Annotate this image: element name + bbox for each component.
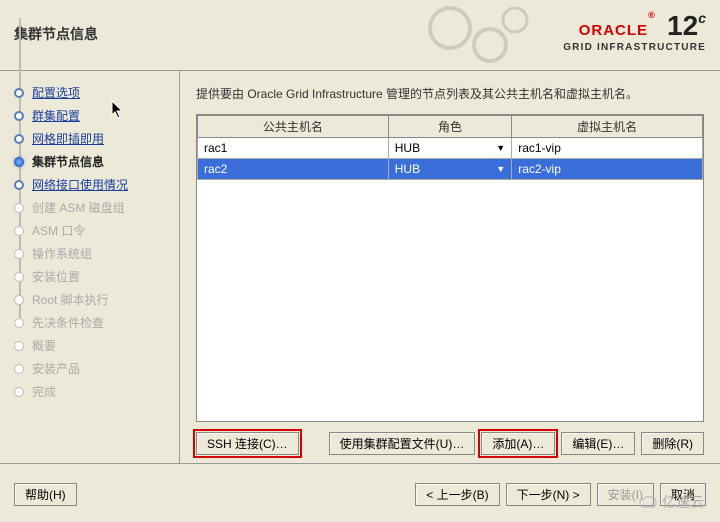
step-label: ASM 口令 — [32, 222, 85, 239]
cell-host[interactable]: rac1 — [198, 138, 389, 159]
step-label[interactable]: 配置选项 — [32, 84, 80, 101]
col-role[interactable]: 角色 — [388, 116, 511, 138]
sidebar-step-10: 先决条件检查 — [0, 311, 179, 334]
step-dot-icon — [14, 180, 24, 190]
step-label: 集群节点信息 — [32, 153, 104, 170]
step-dot-icon — [14, 272, 24, 282]
col-host[interactable]: 公共主机名 — [198, 116, 389, 138]
sidebar-step-7: 操作系统组 — [0, 242, 179, 265]
step-dot-icon — [14, 295, 24, 305]
page-title: 集群节点信息 — [14, 24, 98, 44]
next-button[interactable]: 下一步(N) > — [506, 483, 591, 506]
header: 集群节点信息 ORACLE® 12c GRID INFRASTRUCTURE — [0, 0, 720, 71]
footer: 帮助(H) < 上一步(B) 下一步(N) > 安装(I) 取消 — [0, 463, 720, 522]
back-button[interactable]: < 上一步(B) — [415, 483, 499, 506]
help-button[interactable]: 帮助(H) — [14, 483, 77, 506]
sidebar: 配置选项群集配置网格即插即用集群节点信息网络接口使用情况创建 ASM 磁盘组 AS… — [0, 71, 180, 463]
cell-role[interactable]: HUB▼ — [388, 159, 511, 180]
step-label: Root 脚本执行 — [32, 291, 109, 308]
col-vip[interactable]: 虚拟主机名 — [512, 116, 703, 138]
step-dot-icon — [14, 203, 24, 213]
step-label: 操作系统组 — [32, 245, 92, 262]
main-panel: 提供要由 Oracle Grid Infrastructure 管理的节点列表及… — [180, 71, 720, 463]
table-row[interactable]: rac1HUB▼rac1-vip — [198, 138, 703, 159]
step-dot-icon — [14, 341, 24, 351]
sidebar-step-2[interactable]: 网格即插即用 — [0, 127, 179, 150]
cell-role[interactable]: HUB▼ — [388, 138, 511, 159]
step-label[interactable]: 群集配置 — [32, 107, 80, 124]
sidebar-step-12: 安装产品 — [0, 357, 179, 380]
use-cluster-file-button[interactable]: 使用集群配置文件(U)… — [329, 432, 476, 455]
gears-decoration — [420, 0, 540, 70]
oracle-logo: ORACLE® 12c GRID INFRASTRUCTURE — [563, 10, 706, 53]
chevron-down-icon[interactable]: ▼ — [496, 143, 505, 153]
table-row[interactable]: rac2HUB▼rac2-vip — [198, 159, 703, 180]
step-dot-icon — [14, 226, 24, 236]
step-label: 安装产品 — [32, 360, 80, 377]
step-label: 完成 — [32, 383, 56, 400]
step-dot-icon — [14, 364, 24, 374]
install-button: 安装(I) — [597, 483, 654, 506]
edit-button[interactable]: 编辑(E)… — [561, 432, 635, 455]
cell-vip[interactable]: rac2-vip — [512, 159, 703, 180]
sidebar-step-8: 安装位置 — [0, 265, 179, 288]
step-dot-icon — [14, 88, 24, 98]
step-dot-icon — [14, 249, 24, 259]
nodes-table[interactable]: 公共主机名 角色 虚拟主机名 rac1HUB▼rac1-viprac2HUB▼r… — [197, 115, 703, 180]
step-label[interactable]: 网格即插即用 — [32, 130, 104, 147]
sidebar-step-13: 完成 — [0, 380, 179, 403]
logo-brand: ORACLE — [579, 22, 648, 39]
delete-button[interactable]: 删除(R) — [641, 432, 704, 455]
sidebar-step-6: ASM 口令 — [0, 219, 179, 242]
cell-vip[interactable]: rac1-vip — [512, 138, 703, 159]
step-dot-icon — [14, 111, 24, 121]
sidebar-step-11: 概要 — [0, 334, 179, 357]
sidebar-step-9: Root 脚本执行 — [0, 288, 179, 311]
logo-subtitle: GRID INFRASTRUCTURE — [563, 42, 706, 53]
instruction-text: 提供要由 Oracle Grid Infrastructure 管理的节点列表及… — [196, 85, 704, 102]
add-button[interactable]: 添加(A)… — [481, 432, 555, 455]
step-label[interactable]: 网络接口使用情况 — [32, 176, 128, 193]
ssh-connect-button[interactable]: SSH 连接(C)… — [196, 432, 299, 455]
step-label: 先决条件检查 — [32, 314, 104, 331]
step-label: 安装位置 — [32, 268, 80, 285]
step-dot-icon — [14, 318, 24, 328]
sidebar-step-4[interactable]: 网络接口使用情况 — [0, 173, 179, 196]
cell-host[interactable]: rac2 — [198, 159, 389, 180]
step-dot-icon — [14, 157, 24, 167]
cancel-button[interactable]: 取消 — [660, 483, 706, 506]
step-label: 创建 ASM 磁盘组 — [32, 199, 125, 216]
chevron-down-icon[interactable]: ▼ — [496, 164, 505, 174]
step-dot-icon — [14, 134, 24, 144]
step-label: 概要 — [32, 337, 56, 354]
sidebar-step-3[interactable]: 集群节点信息 — [0, 150, 179, 173]
step-dot-icon — [14, 387, 24, 397]
sidebar-step-1[interactable]: 群集配置 — [0, 104, 179, 127]
nodes-table-container: 公共主机名 角色 虚拟主机名 rac1HUB▼rac1-viprac2HUB▼r… — [196, 114, 704, 422]
sidebar-step-0[interactable]: 配置选项 — [0, 81, 179, 104]
sidebar-step-5: 创建 ASM 磁盘组 — [0, 196, 179, 219]
